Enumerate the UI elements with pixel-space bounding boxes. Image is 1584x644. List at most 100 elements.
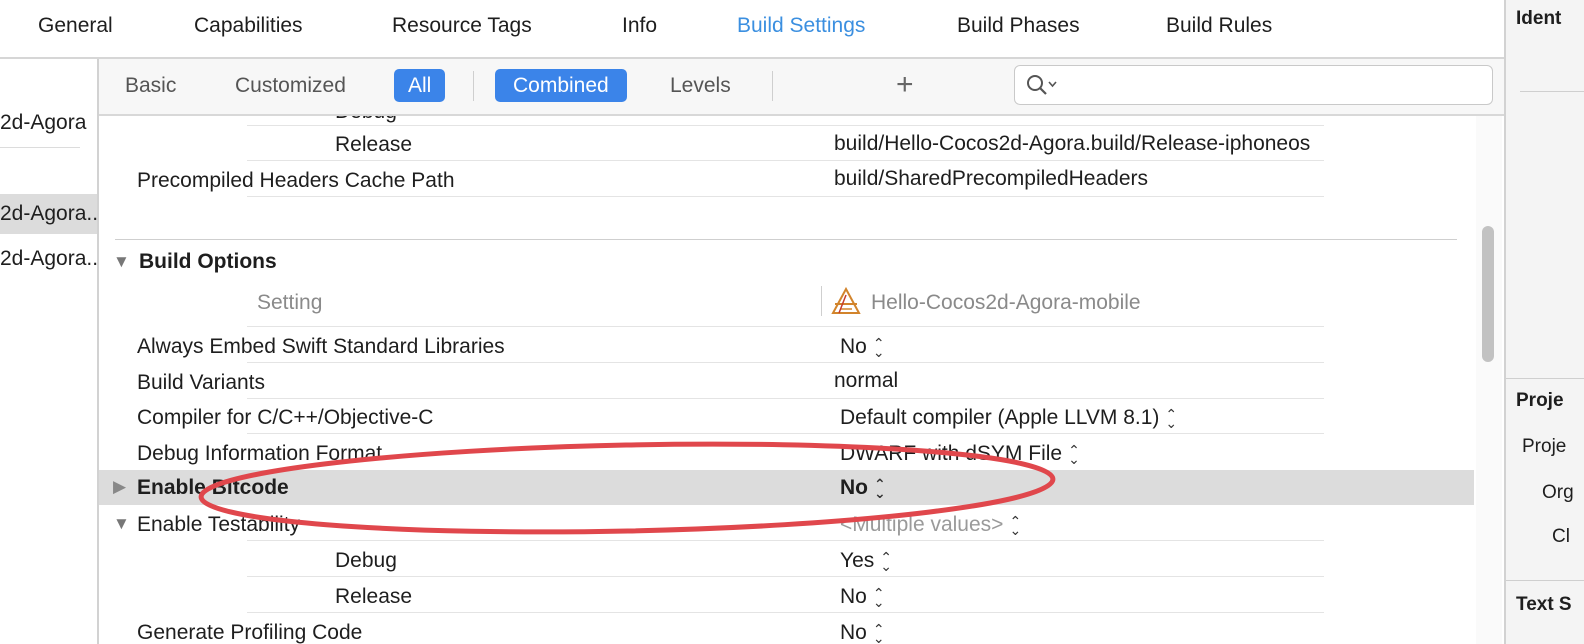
filter-customized-button[interactable]: Customized: [225, 69, 356, 102]
sidebar-item-label: 2d-Agora...: [0, 247, 97, 270]
tab-build-phases[interactable]: Build Phases: [957, 14, 1080, 38]
setting-name: Debug: [335, 549, 397, 572]
inspector-divider: [1506, 580, 1584, 581]
search-input[interactable]: [1063, 70, 1487, 100]
setting-value-popup[interactable]: No ⌃ ⌄: [840, 335, 885, 359]
tab-info[interactable]: Info: [622, 14, 657, 38]
setting-row-testability-debug[interactable]: Debug Yes ⌃ ⌄: [99, 543, 1474, 579]
row-divider: [247, 125, 1324, 126]
popup-stepper-icon: ⌃ ⌄: [1165, 406, 1178, 432]
setting-name: Debug Information Format: [137, 442, 383, 465]
sidebar-item-label: 2d-Agora...: [0, 202, 97, 225]
setting-name: Enable Testability: [137, 513, 301, 536]
popup-stepper-icon: ⌃ ⌄: [872, 621, 885, 644]
row-divider: [247, 196, 1324, 197]
class-prefix-label: Cl: [1552, 526, 1570, 547]
setting-row-enable-bitcode[interactable]: ▶ Enable Bitcode No ⌃ ⌄: [99, 470, 1474, 505]
search-field[interactable]: [1014, 65, 1493, 105]
setting-name: Compiler for C/C++/Objective-C: [137, 406, 434, 429]
sidebar-item-target[interactable]: 2d-Agora...: [0, 239, 97, 279]
tab-capabilities[interactable]: Capabilities: [194, 14, 303, 38]
view-levels-button[interactable]: Levels: [660, 69, 741, 102]
view-combined-button[interactable]: Combined: [495, 69, 627, 102]
popup-stepper-icon: ⌃ ⌄: [872, 335, 885, 361]
column-header-target: Hello-Cocos2d-Agora-mobile: [871, 291, 1141, 314]
sidebar-item-project[interactable]: 2d-Agora: [0, 103, 97, 143]
setting-name: Always Embed Swift Standard Libraries: [137, 335, 505, 358]
tab-build-settings[interactable]: Build Settings: [737, 14, 865, 38]
setting-value-popup[interactable]: No ⌃ ⌄: [840, 585, 885, 609]
disclosure-triangle-closed-icon[interactable]: ▶: [113, 477, 126, 497]
tab-general[interactable]: General: [38, 14, 113, 38]
disclosure-triangle-open-icon[interactable]: ▼: [113, 252, 130, 272]
sidebar-item-label: 2d-Agora: [0, 111, 87, 134]
disclosure-triangle-open-icon[interactable]: ▼: [113, 514, 130, 534]
setting-value[interactable]: normal: [834, 369, 898, 393]
setting-value: Default compiler (Apple LLVM 8.1): [840, 406, 1160, 429]
tab-build-rules[interactable]: Build Rules: [1166, 14, 1272, 38]
setting-value-popup[interactable]: <Multiple values> ⌃ ⌄: [840, 513, 1021, 537]
sidebar-divider: [0, 147, 80, 148]
setting-row-enable-testability[interactable]: ▼ Enable Testability <Multiple values> ⌃ ⌄: [99, 507, 1474, 543]
section-title-build-options[interactable]: Build Options: [139, 250, 277, 274]
row-divider: [247, 326, 1324, 327]
setting-value[interactable]: build/Hello-Cocos2d-Agora.build/Release-…: [834, 132, 1310, 156]
tab-resource-tags[interactable]: Resource Tags: [392, 14, 532, 38]
row-divider: [247, 433, 1324, 434]
setting-name: Precompiled Headers Cache Path: [137, 169, 455, 192]
setting-name: Build Variants: [137, 371, 266, 394]
setting-value: DWARF with dSYM File: [840, 442, 1063, 465]
add-setting-button[interactable]: +: [896, 70, 914, 100]
search-icon: [1027, 75, 1057, 95]
row-divider: [247, 576, 1324, 577]
inspector-divider: [1506, 378, 1584, 379]
setting-value-popup[interactable]: Default compiler (Apple LLVM 8.1) ⌃ ⌄: [840, 406, 1177, 430]
setting-value: No: [840, 476, 868, 499]
filter-basic-button[interactable]: Basic: [115, 69, 186, 102]
popup-stepper-icon: ⌃ ⌄: [1009, 513, 1022, 539]
setting-value: No: [840, 335, 867, 358]
xcode-target-app-icon: [831, 287, 861, 314]
setting-name: Enable Bitcode: [137, 476, 289, 499]
project-heading: Proje: [1516, 390, 1564, 411]
setting-value-popup[interactable]: DWARF with dSYM File ⌃ ⌄: [840, 442, 1080, 466]
inspector-divider: [1520, 91, 1584, 92]
row-divider: [247, 612, 1324, 613]
column-separator: [821, 286, 822, 316]
row-divider: [247, 540, 1324, 541]
setting-row-precompiled-headers-cache-path[interactable]: Precompiled Headers Cache Path build/Sha…: [99, 163, 1474, 199]
build-settings-table: Debug Release build/Hello-Cocos2d-Agora.…: [99, 116, 1474, 644]
setting-row-release[interactable]: Release build/Hello-Cocos2d-Agora.build/…: [99, 127, 1474, 163]
row-divider: [247, 160, 1324, 161]
sidebar-item-target-selected[interactable]: 2d-Agora...: [0, 194, 97, 234]
setting-row-testability-release[interactable]: Release No ⌃ ⌄: [99, 579, 1474, 615]
setting-value-popup[interactable]: No ⌃ ⌄: [840, 476, 886, 500]
setting-row-debug-information-format[interactable]: Debug Information Format DWARF with dSYM…: [99, 436, 1474, 472]
build-settings-filter-bar: Basic Customized All Combined Levels +: [99, 59, 1504, 116]
popup-stepper-icon: ⌃ ⌄: [872, 585, 885, 611]
row-divider: [247, 362, 1324, 363]
project-target-sidebar: 2d-Agora 2d-Agora... 2d-Agora...: [0, 59, 99, 644]
separator: [473, 71, 474, 101]
editor-tab-bar: General Capabilities Resource Tags Info …: [0, 0, 1504, 59]
setting-value-popup[interactable]: No ⌃ ⌄: [840, 621, 885, 644]
vertical-scrollbar[interactable]: [1476, 116, 1502, 644]
setting-row-always-embed-swift-standard-libraries[interactable]: Always Embed Swift Standard Libraries No…: [99, 329, 1474, 365]
setting-name: Release: [335, 585, 413, 608]
scrollbar-thumb[interactable]: [1482, 226, 1494, 362]
setting-value[interactable]: build/SharedPrecompiledHeaders: [834, 167, 1148, 191]
setting-row-generate-profiling-code[interactable]: Generate Profiling Code No ⌃ ⌄: [99, 615, 1474, 644]
setting-row-compiler[interactable]: Compiler for C/C++/Objective-C Default c…: [99, 400, 1474, 436]
filter-all-button[interactable]: All: [394, 69, 446, 102]
popup-stepper-icon: ⌃ ⌄: [1068, 442, 1080, 468]
separator: [772, 71, 773, 101]
identity-heading: Ident: [1516, 8, 1562, 29]
setting-row-build-variants[interactable]: Build Variants normal: [99, 365, 1474, 401]
text-settings-heading: Text S: [1516, 594, 1572, 615]
setting-value-popup[interactable]: Yes ⌃ ⌄: [840, 549, 892, 573]
inspector-panel: Ident Proje Proje Org Cl Text S: [1504, 0, 1584, 644]
organization-label: Org: [1542, 482, 1574, 503]
popup-stepper-icon: ⌃ ⌄: [880, 549, 892, 575]
setting-name: Generate Profiling Code: [137, 621, 363, 644]
popup-stepper-icon: ⌃ ⌄: [874, 476, 886, 502]
